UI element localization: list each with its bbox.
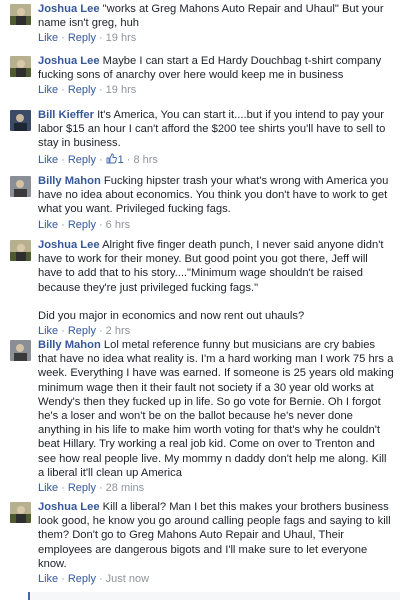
- comment-actions: Like · Reply · 6 hrs: [38, 218, 131, 231]
- comment-actions: Like · Reply · 19 hrs: [38, 84, 137, 97]
- like-link[interactable]: Like: [38, 84, 58, 96]
- reply-link[interactable]: Reply: [68, 482, 96, 494]
- comment-actions: Like · Reply · 2 hrs: [38, 325, 131, 338]
- reply-link[interactable]: Reply: [68, 154, 96, 166]
- comment-actions: Like · Reply · 1 · 8 hrs: [38, 153, 158, 168]
- like-link[interactable]: Like: [38, 154, 58, 166]
- comment-time[interactable]: 19 hrs: [106, 32, 137, 44]
- avatar[interactable]: [10, 176, 31, 197]
- reply-link[interactable]: Reply: [68, 573, 96, 585]
- avatar[interactable]: [10, 4, 31, 25]
- comment-author[interactable]: Bill Kieffer: [38, 109, 94, 121]
- like-link[interactable]: Like: [38, 573, 58, 585]
- comment-body: Bill Kieffer It's America, You can start…: [38, 108, 394, 168]
- comment-time[interactable]: 6 hrs: [106, 219, 130, 231]
- thumbs-up-icon: [106, 153, 117, 168]
- like-count[interactable]: 1: [118, 154, 124, 166]
- comment-body: Joshua Lee Alright five finger death pun…: [38, 238, 394, 338]
- reply-link[interactable]: Reply: [68, 32, 96, 44]
- comment-body: Joshua Lee Kill a liberal? Man I bet thi…: [38, 500, 394, 586]
- comment-time[interactable]: 2 hrs: [106, 325, 130, 337]
- comment-body: Billy Mahon Lol metal reference funny bu…: [38, 338, 394, 495]
- comment-actions: Like · Reply · Just now: [38, 573, 150, 586]
- comment-text: Lol metal reference funny but musicians …: [38, 339, 394, 479]
- comment-author[interactable]: Billy Mahon: [38, 339, 101, 351]
- comment-time[interactable]: 8 hrs: [133, 154, 157, 166]
- comment-time[interactable]: Just now: [106, 573, 149, 585]
- like-link[interactable]: Like: [38, 32, 58, 44]
- avatar[interactable]: [10, 340, 31, 361]
- comment-time[interactable]: 19 hrs: [106, 84, 137, 96]
- comment-text-paragraph: Did you major in economics and now rent …: [38, 309, 305, 322]
- reply-link[interactable]: Reply: [68, 219, 96, 231]
- like-link[interactable]: Like: [38, 325, 58, 337]
- avatar[interactable]: [10, 110, 31, 131]
- comment-actions: Like · Reply · 19 hrs: [38, 32, 137, 45]
- avatar[interactable]: [10, 56, 31, 77]
- comment-author[interactable]: Billy Mahon: [38, 175, 101, 187]
- comment-author[interactable]: Joshua Lee: [38, 239, 100, 251]
- comment-body: Billy Mahon Fucking hipster trash your w…: [38, 174, 394, 232]
- reply-link[interactable]: Reply: [68, 325, 96, 337]
- comment-author[interactable]: Joshua Lee: [38, 3, 100, 15]
- avatar[interactable]: [10, 502, 31, 523]
- like-link[interactable]: Like: [38, 482, 58, 494]
- comment-author[interactable]: Joshua Lee: [38, 55, 100, 67]
- reply-composer-edge[interactable]: [28, 592, 400, 600]
- comment-actions: Like · Reply · 28 mins: [38, 482, 145, 495]
- comment-body: Joshua Lee Maybe I can start a Ed Hardy …: [38, 54, 394, 97]
- comment-body: Joshua Lee "works at Greg Mahons Auto Re…: [38, 2, 394, 45]
- like-link[interactable]: Like: [38, 219, 58, 231]
- avatar[interactable]: [10, 240, 31, 261]
- comment-author[interactable]: Joshua Lee: [38, 501, 100, 513]
- reply-link[interactable]: Reply: [68, 84, 96, 96]
- comment-time[interactable]: 28 mins: [106, 482, 145, 494]
